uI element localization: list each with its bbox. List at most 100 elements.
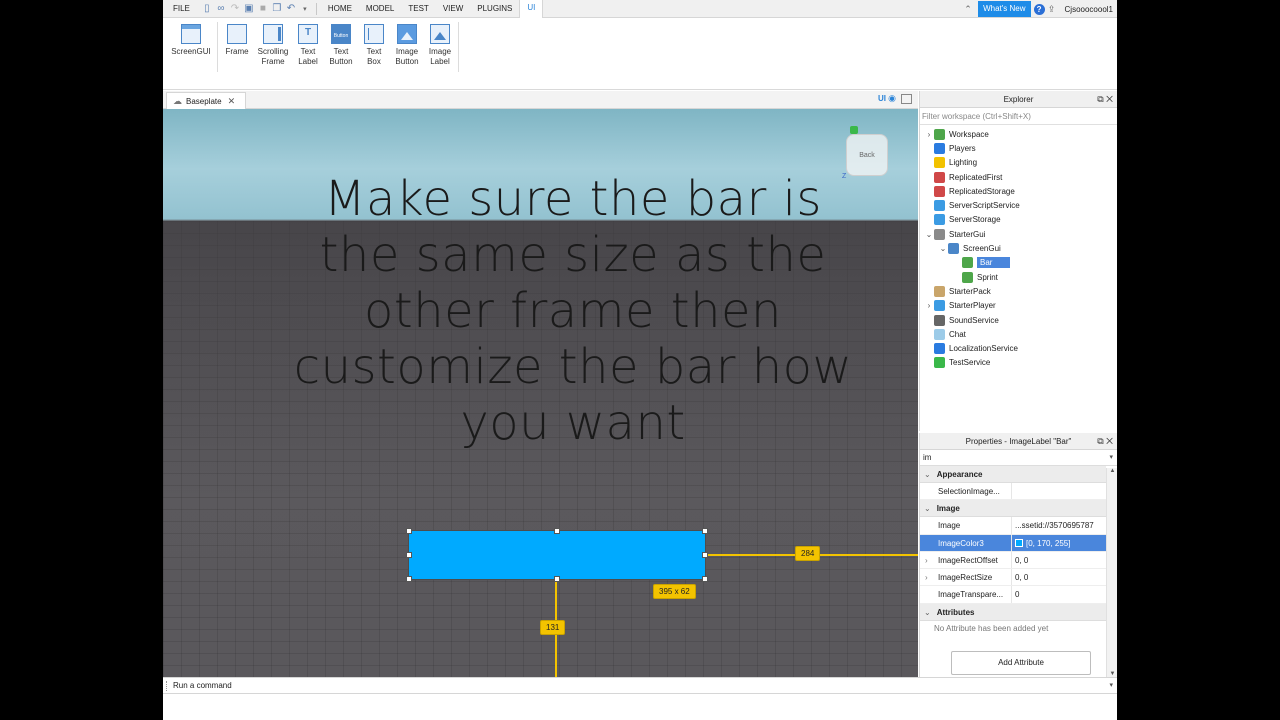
explorer-item-players[interactable]: Players	[920, 141, 1117, 155]
properties-search-input[interactable]: im ▾	[920, 450, 1117, 466]
section-image[interactable]: ⌄ Image	[920, 500, 1106, 518]
ui-visibility-toggle[interactable]: UI	[878, 94, 886, 103]
explorer-item-sprint[interactable]: Sprint	[920, 270, 1117, 284]
section-appearance[interactable]: ⌄ Appearance	[920, 466, 1106, 483]
chevron-down-icon[interactable]: ▾	[1109, 450, 1113, 466]
explorer-filter-input[interactable]: Filter workspace (Ctrl+Shift+X)	[920, 108, 1117, 125]
share-icon[interactable]: ⇪	[1045, 0, 1059, 18]
tab-baseplate-label: Baseplate	[186, 96, 222, 106]
lighting-icon	[934, 157, 945, 169]
prop-row-selection-image[interactable]: SelectionImage...	[920, 483, 1106, 501]
new-file-icon[interactable]: ▯	[200, 0, 214, 18]
prop-row-image[interactable]: Image ...ssetid://3570695787	[920, 517, 1106, 535]
panel-controls-icon[interactable]: ⧉ ✕	[1097, 433, 1113, 450]
tab-model[interactable]: MODEL	[359, 0, 401, 18]
section-attributes[interactable]: ⌄ Attributes	[920, 603, 1106, 621]
explorer-item-starterpack[interactable]: StarterPack	[920, 284, 1117, 298]
explorer-item-localizationservice[interactable]: LocalizationService	[920, 341, 1117, 355]
prop-value[interactable]: 0, 0	[1012, 569, 1106, 585]
explorer-item-testservice[interactable]: TestService	[920, 356, 1117, 370]
whats-new-button[interactable]: What's New	[978, 1, 1031, 17]
resize-handle-t[interactable]	[554, 528, 560, 534]
screengui-button[interactable]: ScreenGUI	[171, 24, 211, 57]
resize-handle-tr[interactable]	[702, 528, 708, 534]
image-label-button[interactable]: Image Label	[426, 24, 454, 67]
explorer-item-serverscriptservice[interactable]: ServerScriptService	[920, 198, 1117, 212]
eye-icon[interactable]: ◉	[888, 93, 896, 104]
prop-value[interactable]: ...ssetid://3570695787	[1012, 517, 1106, 533]
text-label-button[interactable]: Text Label	[294, 24, 322, 67]
explorer-item-chat[interactable]: Chat	[920, 327, 1117, 341]
prop-row-image-rect-offset[interactable]: › ImageRectOffset 0, 0	[920, 551, 1106, 570]
bar-image-label[interactable]	[408, 530, 706, 580]
explorer-item-replicatedfirst[interactable]: ReplicatedFirst	[920, 170, 1117, 184]
chevron-down-icon[interactable]: ▾	[1109, 678, 1113, 694]
prop-value[interactable]: 0	[1012, 586, 1106, 602]
split-view-icon[interactable]	[901, 94, 912, 104]
properties-scrollbar[interactable]: ▲ ▼	[1106, 468, 1117, 677]
chevron-right-icon[interactable]: ›	[925, 569, 928, 585]
tab-view[interactable]: VIEW	[436, 0, 470, 18]
resize-handle-l[interactable]	[406, 552, 412, 558]
resize-handle-r[interactable]	[702, 552, 708, 558]
explorer-title: Explorer	[1003, 95, 1034, 104]
explorer-item-replicatedstorage[interactable]: ReplicatedStorage	[920, 184, 1117, 198]
undo-icon[interactable]: ↶	[284, 0, 298, 18]
scrolling-frame-button[interactable]: Scrolling Frame	[254, 24, 292, 67]
explorer-item-soundservice[interactable]: SoundService	[920, 313, 1117, 327]
command-bar[interactable]: Run a command ▾	[163, 677, 1117, 694]
explorer-item-startergui[interactable]: ⌄ StarterGui	[920, 227, 1117, 241]
binoculars-icon[interactable]: ∞	[214, 0, 228, 18]
expand-toggle-icon[interactable]: ⌄	[938, 244, 948, 253]
explorer-item-serverstorage[interactable]: ServerStorage	[920, 213, 1117, 227]
resize-handle-bl[interactable]	[406, 576, 412, 582]
frame-button[interactable]: Frame	[223, 24, 251, 57]
section-appearance-label: Appearance	[936, 470, 983, 479]
command-input[interactable]: Run a command	[173, 681, 232, 690]
collapse-ribbon-icon[interactable]: ⌃	[961, 0, 975, 18]
no-attributes-text: No Attribute has been added yet	[934, 623, 1049, 633]
3d-viewport[interactable]: Back Z Make sure the bar is the same siz…	[163, 109, 918, 677]
view-cube[interactable]: Back	[846, 134, 888, 176]
publish-icon[interactable]: ▣	[242, 0, 256, 18]
image-button-button[interactable]: Image Button	[391, 24, 423, 67]
properties-title: Properties - ImageLabel "Bar"	[965, 437, 1072, 446]
text-button-button[interactable]: Text Button	[325, 24, 357, 67]
color-swatch[interactable]	[1015, 538, 1023, 547]
prop-row-image-rect-size[interactable]: › ImageRectSize 0, 0	[920, 569, 1106, 587]
text-box-button[interactable]: Text Box	[360, 24, 388, 67]
help-icon[interactable]: ?	[1033, 3, 1045, 15]
add-attribute-button[interactable]: Add Attribute	[951, 651, 1091, 675]
expand-toggle-icon[interactable]: ›	[924, 301, 934, 310]
panel-controls-icon[interactable]: ⧉ ✕	[1097, 91, 1113, 108]
resize-handle-tl[interactable]	[406, 528, 412, 534]
chevron-right-icon[interactable]: ›	[925, 552, 928, 568]
prop-value[interactable]	[1012, 483, 1106, 499]
tab-plugins[interactable]: PLUGINS	[470, 0, 519, 18]
prop-row-image-transparency[interactable]: ImageTranspare... 0	[920, 586, 1106, 604]
resize-handle-b[interactable]	[554, 576, 560, 582]
tab-home[interactable]: HOME	[321, 0, 359, 18]
explorer-item-bar[interactable]: Bar	[920, 256, 1117, 270]
prop-row-image-color3[interactable]: ImageColor3 [0, 170, 255]	[920, 534, 1106, 552]
tab-test[interactable]: TEST	[401, 0, 435, 18]
chevron-down-icon[interactable]: ▾	[298, 0, 312, 18]
copy-icon[interactable]: ❐	[270, 0, 284, 18]
explorer-item-lighting[interactable]: Lighting	[920, 156, 1117, 170]
prop-value[interactable]: 0, 0	[1012, 552, 1106, 568]
explorer-item-label: LocalizationService	[949, 344, 1018, 354]
close-icon[interactable]: ✕	[228, 96, 236, 107]
tab-ui[interactable]: UI	[519, 0, 544, 18]
expand-toggle-icon[interactable]: ›	[924, 130, 934, 139]
explorer-item-screengui[interactable]: ⌄ ScreenGui	[920, 241, 1117, 255]
replicatedstorage-icon	[934, 185, 945, 197]
username[interactable]: Cjsooocoool1	[1059, 5, 1117, 14]
tab-baseplate[interactable]: ☁ Baseplate ✕	[166, 92, 246, 109]
scroll-up-icon[interactable]: ▲	[1107, 468, 1117, 474]
explorer-item-starterplayer[interactable]: › StarterPlayer	[920, 299, 1117, 313]
prop-value[interactable]: [0, 170, 255]	[1012, 534, 1106, 551]
resize-handle-br[interactable]	[702, 576, 708, 582]
expand-toggle-icon[interactable]: ⌄	[924, 230, 934, 239]
file-menu[interactable]: FILE	[163, 0, 200, 18]
explorer-item-workspace[interactable]: › Workspace	[920, 127, 1117, 141]
